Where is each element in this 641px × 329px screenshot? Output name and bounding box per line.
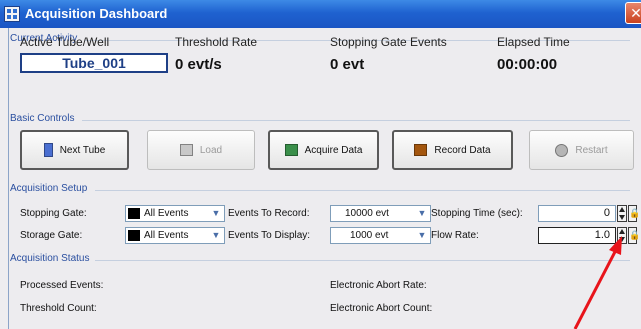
stopping-gate-label: Stopping Gate: [20, 208, 87, 219]
electronic-abort-rate-label: Electronic Abort Rate: [330, 280, 427, 291]
elapsed-time-label: Elapsed Time [497, 35, 570, 49]
elapsed-time-value: 00:00:00 [497, 56, 558, 73]
events-to-display-label: Events To Display: [228, 230, 311, 241]
annotation-arrow [573, 236, 622, 329]
events-to-record-label: Events To Record: [228, 208, 310, 219]
record-data-label: Record Data [434, 144, 491, 156]
section-divider [95, 260, 630, 261]
restart-label: Restart [575, 144, 608, 156]
electronic-abort-count-label: Electronic Abort Count: [330, 303, 433, 314]
next-tube-label: Next Tube [59, 144, 106, 156]
chevron-down-icon: ▼ [211, 208, 221, 218]
section-divider [95, 190, 630, 191]
acquisition-dashboard-window: Acquisition Dashboard ✕ Current Activity… [0, 0, 641, 329]
acquire-icon [284, 144, 298, 156]
active-tube-field: Tube_001 [20, 53, 168, 73]
acquire-data-button[interactable]: Acquire Data [268, 130, 379, 170]
restart-icon [555, 143, 569, 157]
stopping-time-lock-icon[interactable]: 🔒 [628, 205, 640, 222]
storage-gate-select[interactable]: All Events ▼ [125, 227, 225, 244]
threshold-rate-label: Threshold Rate [175, 35, 258, 49]
chevron-down-icon: ▼ [417, 208, 427, 218]
threshold-rate-value: 0 evt/s [175, 56, 222, 73]
flow-rate-label: Flow Rate: [431, 230, 479, 241]
events-to-display-value: 1000 evt [350, 230, 389, 241]
threshold-count-label: Threshold Count: [20, 303, 97, 314]
storage-gate-label: Storage Gate: [20, 230, 83, 241]
chevron-down-icon: ▼ [211, 230, 221, 240]
stopping-gate-events-label: Stopping Gate Events [330, 35, 447, 49]
load-label: Load [199, 144, 223, 156]
record-icon [414, 144, 428, 156]
acquisition-status-heading: Acquisition Status [10, 253, 90, 264]
window-title: Acquisition Dashboard [25, 6, 168, 21]
next-tube-button[interactable]: Next Tube [20, 130, 129, 170]
next-tube-icon [43, 143, 53, 157]
record-data-button[interactable]: Record Data [392, 130, 513, 170]
close-button[interactable]: ✕ [625, 2, 641, 24]
stopping-time-label: Stopping Time (sec): [431, 208, 523, 219]
events-to-display-select[interactable]: 1000 evt ▼ [330, 227, 431, 244]
acquire-data-label: Acquire Data [304, 144, 363, 156]
stopping-time-spinner[interactable] [617, 205, 627, 222]
storage-gate-value: All Events [144, 230, 189, 241]
acquisition-setup-heading: Acquisition Setup [10, 183, 88, 194]
app-icon [4, 6, 20, 22]
section-divider [82, 120, 630, 121]
processed-events-label: Processed Events: [20, 280, 104, 291]
active-tube-label: Active Tube/Well [20, 35, 110, 49]
basic-controls-heading: Basic Controls [10, 113, 75, 124]
chevron-down-icon: ▼ [417, 230, 427, 240]
load-button[interactable]: Load [147, 130, 255, 170]
gate-color-swatch [128, 230, 140, 241]
stopping-gate-events-value: 0 evt [330, 56, 365, 73]
title-bar: Acquisition Dashboard ✕ [0, 0, 641, 28]
stopping-gate-value: All Events [144, 208, 189, 219]
events-to-record-select[interactable]: 10000 evt ▼ [330, 205, 431, 222]
restart-button[interactable]: Restart [529, 130, 634, 170]
load-icon [179, 144, 193, 156]
events-to-record-value: 10000 evt [345, 208, 389, 219]
stopping-gate-select[interactable]: All Events ▼ [125, 205, 225, 222]
stopping-time-field[interactable]: 0 [538, 205, 616, 222]
gate-color-swatch [128, 208, 140, 219]
